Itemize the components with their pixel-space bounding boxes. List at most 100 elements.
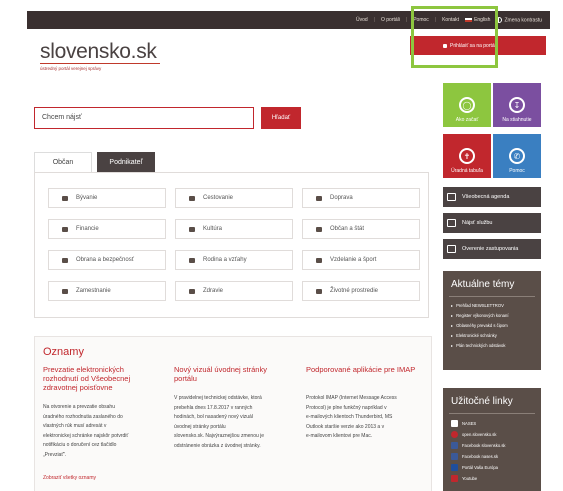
vseobecna-agenda-button[interactable]: Všeobecná agenda [443,187,541,207]
tile-pomoc[interactable]: ✆ Pomoc [493,134,541,178]
list-item[interactable]: Register výkonových konaní [451,311,541,321]
text-line: hodinách, bol nasadený nový vizuál [174,414,253,420]
aktualne-temy-list: Prehľad NEWSLETTROV Register výkonových … [443,301,541,351]
list-item[interactable]: Plán technických odstávok [451,341,541,351]
category-label: Cestovanie [203,195,234,201]
text-line: slovensko.sk. Najvýraznejšou zmenou je [174,433,265,439]
oznam-3-text: Protokol IMAP (Internet Message Access P… [306,394,431,442]
open-data-icon [451,431,458,438]
eu-icon [451,464,458,471]
text-line: V pravidelnej technickej odstávke, ktorá [174,395,262,401]
overenie-zastupovania-button[interactable]: Overenie zastupovania [443,239,541,259]
link-label: NASES [462,421,477,426]
category-obcan-a-stat[interactable]: Občan a štát [302,219,420,239]
list-item[interactable]: Facebook nases.sk [451,451,541,462]
aktualne-temy-box: Aktuálne témy Prehľad NEWSLETTROV Regist… [443,271,541,370]
car-icon [316,195,322,201]
tab-obcan[interactable]: Občan [34,152,92,172]
text-line: e-mailovom klientovi pre Mac. [306,433,373,439]
search-input[interactable]: Chcem nájsť [34,107,254,129]
tile-label: Úradná tabuľa [451,168,483,174]
text-line: elektronickej schránke najskôr potvrdiť [43,432,129,439]
category-label: Vzdelanie a šport [330,257,377,263]
text-line: Protocol) je plne funkčný napríklad v [306,404,387,411]
text-line: e-mailových klientoch Thunderbird, MS [306,414,393,420]
category-zivotne-prostredie[interactable]: Životné prostredie [302,281,420,301]
leaf-icon [316,288,322,294]
tile-uradna-tabula[interactable]: ✝ Úradná tabuľa [443,134,491,178]
category-byvanie[interactable]: Bývanie [48,188,166,208]
list-item[interactable]: Portál Vaša Európa [451,462,541,473]
uzitocne-linky-box: Užitočné linky NASES open.slovensko.sk F… [443,388,541,491]
oznamy-title: Oznamy [43,346,84,358]
tab-podnikatel[interactable]: Podnikateľ [97,152,155,172]
text-line: vlastných rúk musí adresát v [43,423,107,429]
category-zamestnanie[interactable]: Zamestnanie [48,281,166,301]
category-label: Rodina a vzťahy [203,257,247,263]
category-label: Financie [76,226,99,232]
family-icon [189,257,195,263]
logo-subtitle: ústredný portál verejnej správy [40,66,102,71]
uzitocne-linky-list: NASES open.slovensko.sk Facebook slovens… [443,418,541,484]
tile-na-stiahnutie[interactable]: ↧ Na stiahnutie [493,83,541,127]
nases-icon [451,420,458,427]
sidebutton-label: Nájsť službu [462,220,493,226]
text-line: úradného rozhodnutia zaslaného do [43,413,123,420]
text-line: „Prevziať". [43,451,67,458]
people-icon [316,226,322,232]
oznam-3-title[interactable]: Podporované aplikácie pre IMAP [306,365,421,374]
download-icon: ↧ [509,97,525,113]
nav-link-uvod[interactable]: Úvod [356,17,368,23]
text-line: notifikáciu o doručení cez tlačidlo [43,442,117,448]
najst-sluzbu-button[interactable]: Nájsť službu [443,213,541,233]
youtube-icon [451,475,458,482]
category-obrana[interactable]: Obrana a bezpečnosť [48,250,166,270]
document-icon [447,219,456,227]
show-all-oznamy-link[interactable]: Zobraziť všetky oznamy [43,475,96,481]
list-item[interactable]: Oblasnéhy prevakd s čipom [451,321,541,331]
category-kultura[interactable]: Kultúra [175,219,293,239]
tile-ako-zacat[interactable]: ◯ Ako začať [443,83,491,127]
aktualne-temy-title: Aktuálne témy [451,279,515,290]
shield-icon [62,257,68,263]
category-label: Životné prostredie [330,288,379,294]
graduation-cap-icon [316,257,322,263]
category-label: Doprava [330,195,353,201]
category-cestovanie[interactable]: Cestovanie [175,188,293,208]
link-label: open.slovensko.sk [462,432,497,437]
text-line: úvodnej stránky portálu [174,423,226,430]
text-line: Protokol IMAP (Internet Message Access [306,395,397,401]
link-label: Portál Vaša Európa [462,465,499,470]
category-label: Občan a štát [330,226,365,232]
list-item[interactable]: Prehľad NEWSLETTROV [451,301,541,311]
logo-underline [40,63,160,64]
category-zdravie[interactable]: Zdravie [175,281,293,301]
list-item[interactable]: open.slovensko.sk [451,429,541,440]
text-line: odstránenie obrázka z úvodnej stránky. [174,442,261,449]
oznam-1-title[interactable]: Prevzatie elektronických rozhodnutí od V… [43,365,153,392]
briefcase-icon [62,288,68,294]
banknote-icon [62,226,68,232]
list-item[interactable]: NASES [451,418,541,429]
link-label: Facebook nases.sk [462,454,499,459]
category-label: Zamestnanie [76,288,111,294]
category-doprava[interactable]: Doprava [302,188,420,208]
document-icon [447,193,456,201]
link-label: Facebook slovensko.sk [462,443,506,448]
sidebutton-label: Overenie zastupovania [462,246,519,252]
list-item[interactable]: Elektronické schránky [451,331,541,341]
highlight-box [411,6,498,68]
search-button[interactable]: Hľadať [261,107,301,129]
list-item[interactable]: Youtube [451,473,541,484]
document-icon [447,245,456,253]
nav-link-contrast[interactable]: Zmena kontrastu [496,16,542,23]
category-financie[interactable]: Financie [48,219,166,239]
nav-link-o-portali[interactable]: O portáli [381,17,400,23]
oznam-2-title[interactable]: Nový vizuál úvodnej stránky portálu [174,365,289,383]
nav-separator: | [373,17,375,23]
category-vzdelanie[interactable]: Vzdelanie a šport [302,250,420,270]
category-rodina[interactable]: Rodina a vzťahy [175,250,293,270]
oznam-1-text: Na otvorenie a prevzatie obsahu úradného… [43,403,168,460]
list-item[interactable]: Facebook slovensko.sk [451,440,541,451]
logo[interactable]: slovensko.sk [40,40,157,64]
